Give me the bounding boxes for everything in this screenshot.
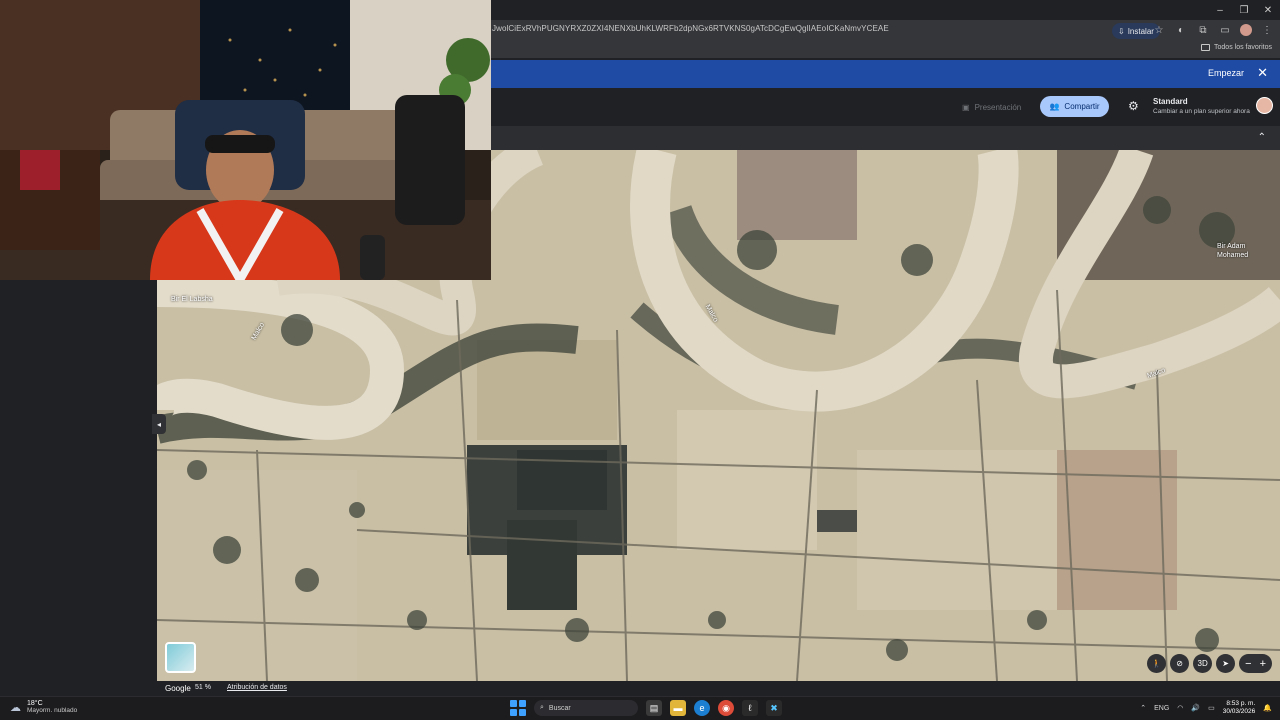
- chevron-up-icon[interactable]: ⌃: [1258, 132, 1266, 143]
- plan-info[interactable]: Standard Cambiar a un plan superior ahor…: [1153, 97, 1250, 115]
- google-logo: Google: [165, 684, 191, 693]
- system-tray: ⌃ ENG ◠ 🔊 ▭ 8:53 p. m. 30/03/2026 🔔: [1140, 700, 1272, 716]
- search-icon: ⌕: [540, 704, 544, 711]
- banner-close-icon[interactable]: ✕: [1257, 65, 1268, 81]
- search-label: Buscar: [548, 704, 571, 712]
- url-field[interactable]: JwolCiExRVhPUGNYRXZ0ZXI4NENXbUhKLWRFb2dp…: [492, 24, 889, 33]
- capcut-icon[interactable]: ✖: [766, 700, 782, 716]
- edge-icon[interactable]: e: [694, 700, 710, 716]
- pegman-icon[interactable]: 🚶: [1147, 654, 1167, 673]
- webcam-video: [0, 0, 491, 280]
- close-window-button[interactable]: ✕: [1256, 0, 1280, 20]
- presentation-icon: ▣: [962, 102, 970, 112]
- zoom-controls: − +: [1239, 654, 1272, 673]
- all-bookmarks-button[interactable]: Todos los favoritos: [1201, 44, 1272, 51]
- map-place-label: Bir El Labsha: [171, 296, 213, 303]
- file-explorer-icon[interactable]: ▬: [670, 700, 686, 716]
- webcam-overlay: [0, 0, 491, 280]
- install-icon: ⇩: [1118, 26, 1125, 36]
- windows-taskbar: ☁ 18°C Mayorm. nublado ⌕ Buscar ▤ ▬ e ◉ …: [0, 696, 1280, 720]
- settings-gear-icon[interactable]: ⚙: [1128, 99, 1139, 113]
- notifications-icon[interactable]: 🔔: [1263, 704, 1272, 712]
- loading-progress: 51 %: [195, 684, 211, 691]
- clock[interactable]: 8:53 p. m. 30/03/2026: [1223, 700, 1256, 716]
- clock-time: 8:53 p. m.: [1226, 700, 1256, 707]
- obs-app-icon[interactable]: ℓ: [742, 700, 758, 716]
- map-layers-button[interactable]: [165, 642, 196, 673]
- map-status-bar: Google 51 % Atribución de datos: [157, 681, 1280, 696]
- weather-description: Mayorm. nublado: [27, 707, 78, 714]
- taskbar-search[interactable]: ⌕ Buscar: [534, 700, 638, 716]
- profile-avatar[interactable]: [1240, 24, 1252, 36]
- all-bookmarks-label: Todos los favoritos: [1214, 44, 1272, 51]
- weather-widget[interactable]: ☁ 18°C Mayorm. nublado: [10, 700, 77, 714]
- share-button[interactable]: 👥 Compartir: [1040, 96, 1109, 117]
- install-label: Instalar: [1127, 26, 1154, 36]
- bookmark-star-icon[interactable]: ☆: [1152, 23, 1166, 37]
- folder-icon: [1201, 44, 1211, 51]
- panel-toggle-button[interactable]: ◂: [152, 414, 166, 434]
- data-attribution-link[interactable]: Atribución de datos: [227, 684, 287, 691]
- plan-title: Standard: [1153, 97, 1188, 106]
- side-panel: [0, 280, 157, 694]
- battery-icon[interactable]: ▭: [1208, 704, 1215, 712]
- presentation-label: Presentación: [974, 102, 1022, 112]
- language-indicator[interactable]: ENG: [1154, 705, 1169, 712]
- cloud-icon: ☁: [10, 701, 21, 714]
- people-icon: 👥: [1049, 102, 1060, 111]
- extension-icon[interactable]: ◐: [1174, 23, 1188, 37]
- start-menu-icon[interactable]: [510, 700, 526, 716]
- compass-reset-icon[interactable]: ⊘: [1170, 654, 1190, 673]
- volume-icon[interactable]: 🔊: [1191, 704, 1200, 712]
- presentation-button[interactable]: ▣ Presentación: [952, 97, 1031, 117]
- minimize-button[interactable]: –: [1208, 0, 1232, 20]
- weather-temperature: 18°C: [27, 700, 43, 707]
- zoom-out-button[interactable]: −: [1245, 658, 1251, 670]
- compass-icon[interactable]: ➤: [1216, 654, 1236, 673]
- share-label: Compartir: [1064, 102, 1100, 111]
- map-controls: 🚶 ⊘ 3D ➤ − +: [1147, 654, 1272, 673]
- extensions-puzzle-icon[interactable]: ⧉: [1196, 23, 1210, 37]
- taskbar-apps: ⌕ Buscar ▤ ▬ e ◉ ℓ ✖: [510, 700, 782, 716]
- restore-button[interactable]: ❐: [1232, 0, 1256, 20]
- sidebar-icon[interactable]: ▭: [1218, 23, 1232, 37]
- toggle-3d-button[interactable]: 3D: [1193, 654, 1213, 673]
- zoom-in-button[interactable]: +: [1260, 658, 1266, 670]
- window-controls: – ❐ ✕: [1208, 0, 1280, 20]
- browser-menu-icon[interactable]: ⋮: [1260, 23, 1274, 37]
- start-button[interactable]: Empezar: [1208, 68, 1244, 78]
- plan-upgrade-link[interactable]: Cambiar a un plan superior ahora: [1153, 108, 1250, 115]
- chevron-up-tray-icon[interactable]: ⌃: [1140, 704, 1146, 712]
- clock-date: 30/03/2026: [1222, 708, 1256, 715]
- chrome-icon[interactable]: ◉: [718, 700, 734, 716]
- wifi-icon[interactable]: ◠: [1177, 704, 1183, 712]
- map-place-label: Bir Adam Mohamed: [1217, 243, 1249, 259]
- screen: – ❐ ✕ JwolCiExRVhPUGNYRXZ0ZXI4NENXbUhKLW…: [0, 0, 1280, 720]
- weather-text: 18°C Mayorm. nublado: [27, 700, 77, 714]
- user-avatar[interactable]: [1256, 97, 1273, 114]
- task-view-icon[interactable]: ▤: [646, 700, 662, 716]
- address-bar-actions: ☆ ◐ ⧉ ▭ ⋮: [1152, 23, 1274, 37]
- chevron-left-icon: ◂: [156, 419, 161, 429]
